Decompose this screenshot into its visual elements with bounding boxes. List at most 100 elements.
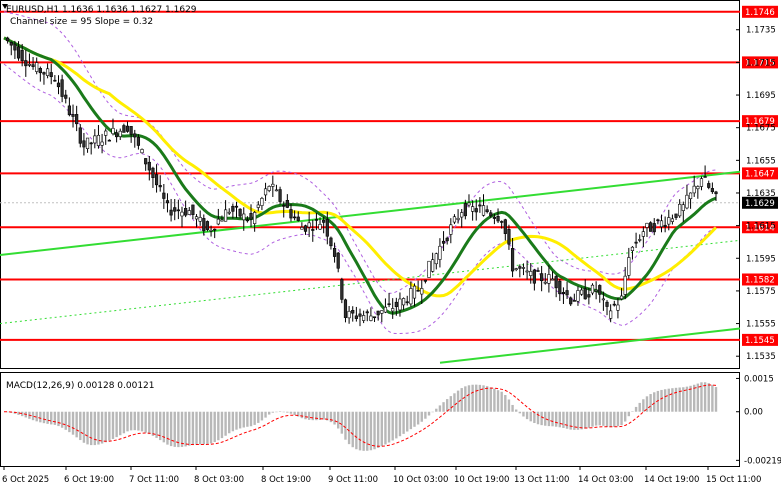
bear-candle [489, 212, 493, 217]
level-tag-label: 1.1545 [745, 336, 775, 346]
macd-histogram-bar [667, 388, 670, 412]
bull-candle [460, 212, 464, 218]
macd-histogram-bar [68, 411, 71, 433]
bear-candle [115, 132, 119, 138]
macd-histogram-bar [471, 384, 474, 412]
bull-candle [409, 288, 413, 305]
macd-histogram-bar [507, 399, 511, 412]
channel-info: Channel size = 95 Slope = 0.32 [10, 17, 153, 27]
bear-candle [518, 266, 522, 269]
bear-candle [587, 294, 591, 298]
bull-candle [194, 216, 199, 220]
macd-histogram-bar [238, 411, 242, 429]
bear-candle [649, 222, 653, 232]
bull-candle [198, 217, 202, 222]
bull-candle [242, 213, 246, 221]
bull-candle [601, 298, 605, 301]
macd-histogram-bar [366, 411, 369, 451]
price-tick-label: 1.1735 [746, 26, 776, 36]
macd-histogram-bar [485, 386, 489, 412]
bull-candle [45, 68, 50, 76]
macd-histogram-bar [333, 411, 336, 425]
bear-candle [674, 213, 678, 218]
bull-candle [227, 211, 231, 214]
bear-candle [213, 228, 217, 231]
bear-candle [365, 311, 369, 314]
macd-histogram-bar [166, 411, 169, 445]
bull-candle [369, 315, 373, 321]
bull-candle [576, 290, 580, 302]
bear-candle [496, 215, 500, 222]
bull-candle [688, 192, 693, 200]
macd-histogram-bar [663, 389, 667, 412]
bull-candle [641, 231, 645, 237]
bear-candle [176, 209, 180, 212]
macd-histogram-bar [453, 393, 456, 412]
bear-candle [136, 137, 141, 146]
time-tick-label: 14 Oct 19:00 [644, 475, 699, 485]
time-tick-label: 6 Oct 19:00 [64, 475, 114, 485]
bull-candle [100, 141, 104, 146]
bull-candle [696, 186, 700, 190]
bear-candle [151, 167, 155, 178]
bull-candle [525, 270, 529, 273]
macd-histogram-bar [620, 411, 623, 426]
macd-histogram-bar [703, 382, 707, 412]
bear-candle [64, 94, 68, 99]
bull-candle [678, 203, 682, 217]
bear-candle [205, 221, 210, 230]
macd-histogram-bar [562, 411, 565, 428]
bull-candle [590, 284, 595, 294]
macd-histogram-bar [536, 411, 540, 425]
bear-candle [598, 285, 602, 295]
bear-candle [49, 72, 53, 78]
bear-candle [311, 229, 315, 231]
macd-histogram-bar [89, 411, 93, 446]
bull-candle [514, 268, 518, 271]
macd-histogram-bar [565, 411, 569, 429]
bear-candle [289, 209, 293, 219]
macd-histogram-bar [584, 411, 587, 429]
bull-candle [547, 274, 551, 284]
bear-candle [463, 203, 467, 217]
bear-candle [89, 142, 93, 145]
bull-candle [685, 194, 689, 209]
bear-candle [202, 218, 206, 232]
bear-candle [710, 188, 714, 193]
macd-histogram-bar [289, 411, 293, 414]
bull-candle [579, 289, 584, 295]
macd-histogram-bar [649, 394, 652, 412]
macd-histogram-bar [206, 411, 209, 445]
macd-histogram-bar [108, 411, 111, 441]
bear-candle [336, 252, 340, 269]
bear-candle [423, 279, 427, 282]
macd-histogram-bar [591, 411, 594, 427]
macd-histogram-bar [696, 383, 700, 412]
price-tick-label: 1.1575 [746, 287, 776, 297]
macd-histogram-bar [594, 411, 598, 426]
bear-candle [249, 213, 253, 220]
macd-histogram-bar [155, 411, 158, 438]
macd-histogram-bar [184, 411, 187, 447]
bull-candle [263, 188, 268, 196]
macd-histogram-bar [53, 411, 57, 425]
bull-candle [216, 218, 220, 225]
macd-histogram-bar [311, 411, 314, 421]
macd-histogram-bar [409, 411, 413, 430]
macd-tick-label: 0.0015 [744, 374, 774, 384]
bear-candle [129, 126, 133, 135]
macd-histogram-bar [427, 411, 431, 416]
bull-candle [260, 198, 264, 206]
macd-histogram-bar [671, 388, 674, 412]
bull-candle [619, 295, 624, 300]
macd-histogram-bar [213, 411, 216, 443]
bear-candle [20, 50, 24, 62]
time-tick-label: 15 Oct 11:00 [706, 475, 761, 485]
bull-candle [187, 210, 191, 215]
price-chart[interactable]: 1.17461.17151.16791.16471.16141.15821.15… [0, 0, 781, 489]
bear-candle [394, 301, 398, 308]
bear-candle [82, 140, 86, 148]
macd-histogram-bar [660, 389, 663, 412]
bull-candle [307, 222, 311, 228]
macd-histogram-bar [140, 411, 144, 432]
